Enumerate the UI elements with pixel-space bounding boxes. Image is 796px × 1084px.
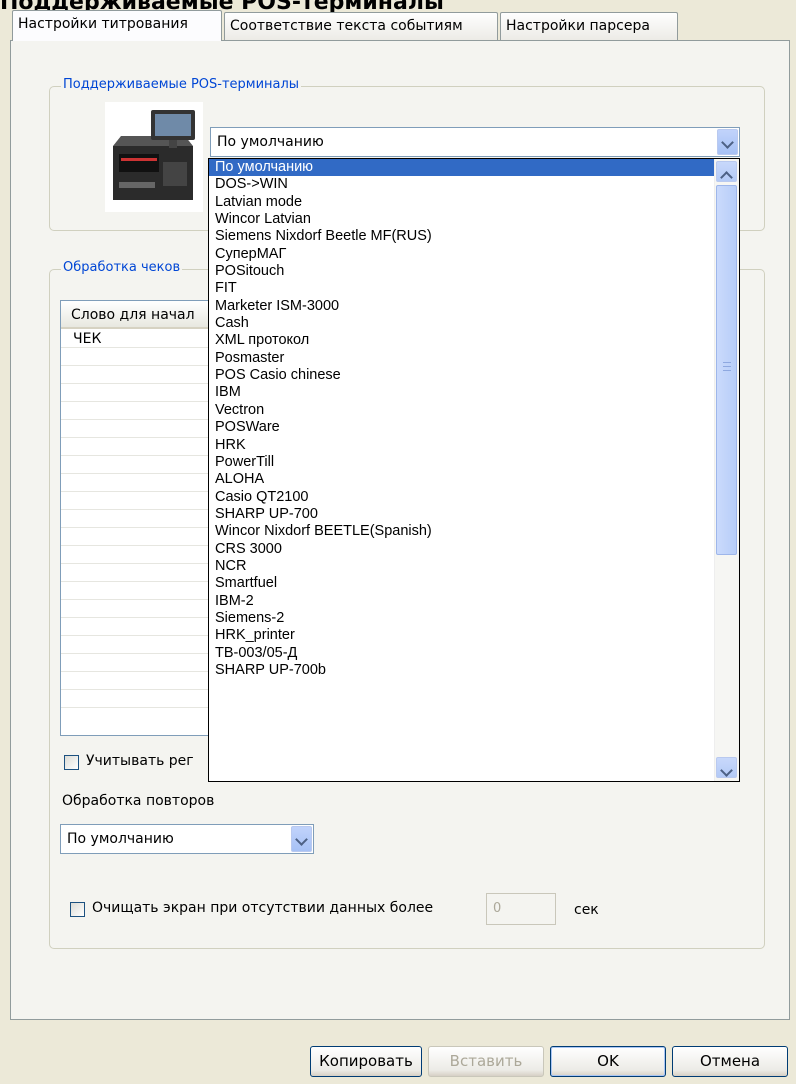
dropdown-item[interactable]: Marketer ISM-3000 bbox=[209, 298, 714, 315]
dropdown-item[interactable]: XML протокол bbox=[209, 332, 714, 349]
table-row-line bbox=[61, 365, 211, 366]
scroll-down-button[interactable] bbox=[716, 757, 737, 778]
table-row-line bbox=[61, 653, 211, 654]
copy-button[interactable]: Копировать bbox=[310, 1046, 422, 1077]
table-row-line bbox=[61, 635, 211, 636]
dropdown-item[interactable]: ALOHA bbox=[209, 471, 714, 488]
dropdown-item[interactable]: PowerTill bbox=[209, 454, 714, 471]
scroll-thumb[interactable] bbox=[716, 185, 737, 555]
dropdown-item[interactable]: DOS->WIN bbox=[209, 176, 714, 193]
dropdown-item[interactable]: Wincor Latvian bbox=[209, 211, 714, 228]
table-row-line bbox=[61, 707, 211, 708]
repeats-combo[interactable]: По умолчанию bbox=[60, 824, 314, 854]
dropdown-item[interactable]: Siemens-2 bbox=[209, 610, 714, 627]
clear-screen-label: Очищать экран при отсутствии данных боле… bbox=[92, 900, 434, 916]
tab-titration-settings[interactable]: Настройки титрования bbox=[12, 10, 222, 41]
dropdown-item[interactable]: NCR bbox=[209, 558, 714, 575]
dropdown-item[interactable]: POS Casio chinese bbox=[209, 367, 714, 384]
table-row-line bbox=[61, 563, 211, 564]
tab-text-events[interactable]: Соответствие текста событиям bbox=[224, 12, 498, 40]
table-row-line bbox=[61, 455, 211, 456]
table-row-line bbox=[61, 545, 211, 546]
dropdown-item[interactable]: СуперМАГ bbox=[209, 246, 714, 263]
case-sensitive-checkbox[interactable] bbox=[64, 755, 79, 770]
table-row-line bbox=[61, 383, 211, 384]
dropdown-scrollbar[interactable] bbox=[714, 159, 739, 781]
table-row-line bbox=[61, 401, 211, 402]
pos-terminal-dropdown-list[interactable]: По умолчанию DOS->WIN Latvian mode Wincor L… bbox=[208, 158, 740, 782]
dropdown-items: По умолчанию DOS->WIN Latvian mode Wincor L… bbox=[209, 159, 714, 679]
table-row-line bbox=[61, 527, 211, 528]
table-row-line bbox=[61, 437, 211, 438]
repeats-label: Обработка повторов bbox=[62, 793, 215, 809]
seconds-unit-label: сек bbox=[574, 902, 599, 918]
dropdown-item[interactable]: Vectron bbox=[209, 402, 714, 419]
checks-legend: Обработка чеков bbox=[61, 260, 183, 275]
dropdown-item[interactable]: FIT bbox=[209, 280, 714, 297]
pos-combo-value: По умолчанию bbox=[217, 134, 324, 150]
cancel-button[interactable]: Отмена bbox=[672, 1046, 788, 1077]
clear-seconds-input[interactable]: 0 bbox=[486, 893, 556, 925]
repeats-combo-value: По умолчанию bbox=[67, 831, 174, 847]
ok-button[interactable]: OK bbox=[550, 1046, 666, 1077]
dropdown-item[interactable]: ТВ-003/05-Д bbox=[209, 645, 714, 662]
dropdown-item[interactable]: Smartfuel bbox=[209, 575, 714, 592]
pos-terminal-image bbox=[105, 102, 203, 212]
dropdown-item[interactable]: SHARP UP-700b bbox=[209, 662, 714, 679]
chevron-down-icon[interactable] bbox=[717, 129, 738, 155]
dropdown-item[interactable]: Cash bbox=[209, 315, 714, 332]
table-row-line bbox=[61, 347, 211, 348]
table-header[interactable]: Слово для начал bbox=[61, 301, 211, 329]
table-row-line bbox=[61, 581, 211, 582]
pos-terminal-combo[interactable]: По умолчанию bbox=[210, 127, 740, 157]
case-sensitive-label: Учитывать рег bbox=[86, 753, 194, 769]
chevron-down-icon[interactable] bbox=[291, 826, 312, 852]
table-row[interactable]: ЧЕК bbox=[73, 331, 101, 347]
table-row-line bbox=[61, 473, 211, 474]
dropdown-item[interactable]: Wincor Nixdorf BEETLE(Spanish) bbox=[209, 523, 714, 540]
clear-screen-checkbox[interactable] bbox=[70, 902, 85, 917]
dropdown-item[interactable]: SHARP UP-700 bbox=[209, 506, 714, 523]
table-row-line bbox=[61, 671, 211, 672]
dropdown-item[interactable]: CRS 3000 bbox=[209, 541, 714, 558]
dropdown-item[interactable]: HRK bbox=[209, 437, 714, 454]
tab-parser-settings[interactable]: Настройки парсера bbox=[500, 12, 678, 40]
dropdown-item[interactable]: POSWare bbox=[209, 419, 714, 436]
pos-terminals-legend: Поддерживаемые POS-терминалы bbox=[61, 77, 302, 92]
dropdown-item[interactable]: HRK_printer bbox=[209, 627, 714, 644]
paste-button[interactable]: Вставить bbox=[428, 1046, 544, 1077]
table-row-line bbox=[61, 689, 211, 690]
dropdown-item[interactable]: Latvian mode bbox=[209, 194, 714, 211]
table-row-line bbox=[61, 617, 211, 618]
dropdown-item[interactable]: Posmaster bbox=[209, 350, 714, 367]
dropdown-item[interactable]: IBM-2 bbox=[209, 593, 714, 610]
scroll-up-button[interactable] bbox=[716, 161, 737, 184]
table-row-line bbox=[61, 491, 211, 492]
dropdown-item[interactable]: POSitouch bbox=[209, 263, 714, 280]
table-row-line bbox=[61, 509, 211, 510]
dropdown-item[interactable]: Casio QT2100 bbox=[209, 489, 714, 506]
dropdown-item[interactable]: IBM bbox=[209, 384, 714, 401]
table-row-line bbox=[61, 599, 211, 600]
dropdown-item[interactable]: Siemens Nixdorf Beetle MF(RUS) bbox=[209, 228, 714, 245]
dropdown-item[interactable]: По умолчанию bbox=[209, 159, 714, 177]
table-row-line bbox=[61, 419, 211, 420]
